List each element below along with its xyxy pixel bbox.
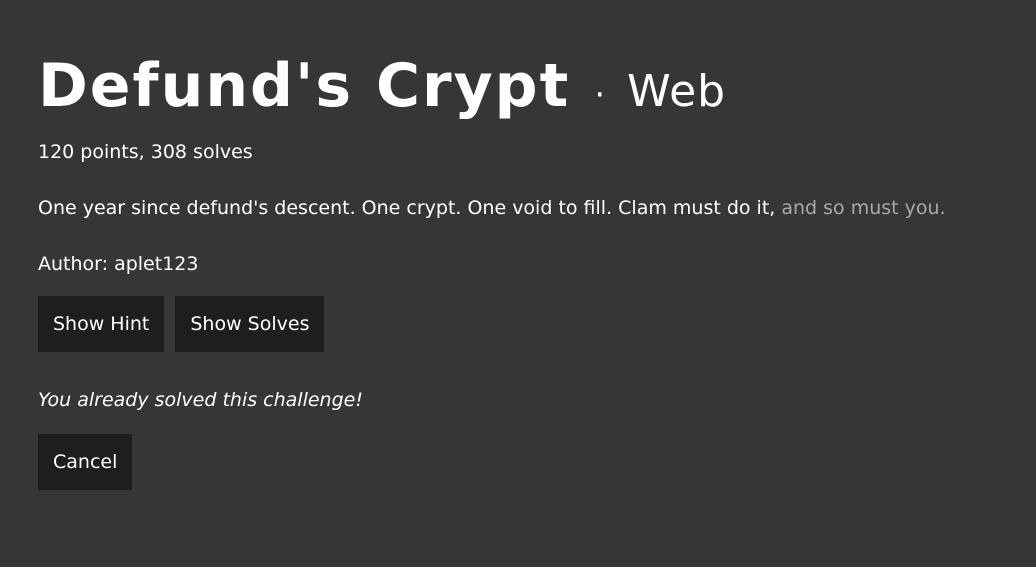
title-row: Defund's Crypt · Web	[38, 46, 998, 126]
cancel-row: Cancel	[38, 434, 998, 490]
challenge-category: Web	[627, 66, 727, 117]
challenge-author: Author: aplet123	[38, 253, 199, 275]
cancel-button[interactable]: Cancel	[38, 434, 133, 490]
challenge-title: Defund's Crypt	[38, 51, 571, 121]
action-buttons: Show Hint Show Solves	[38, 296, 998, 352]
description-muted: and so must you.	[781, 197, 946, 219]
points-and-solves: 120 points, 308 solves	[38, 141, 253, 163]
show-hint-button[interactable]: Show Hint	[38, 296, 165, 352]
show-solves-button[interactable]: Show Solves	[175, 296, 325, 352]
description-main: One year since defund's descent. One cry…	[38, 197, 782, 219]
title-separator: ·	[594, 75, 606, 115]
challenge-description: One year since defund's descent. One cry…	[38, 196, 998, 220]
challenge-modal: Defund's Crypt · Web 120 points, 308 sol…	[0, 0, 1036, 567]
solved-message: You already solved this challenge!	[38, 389, 363, 411]
